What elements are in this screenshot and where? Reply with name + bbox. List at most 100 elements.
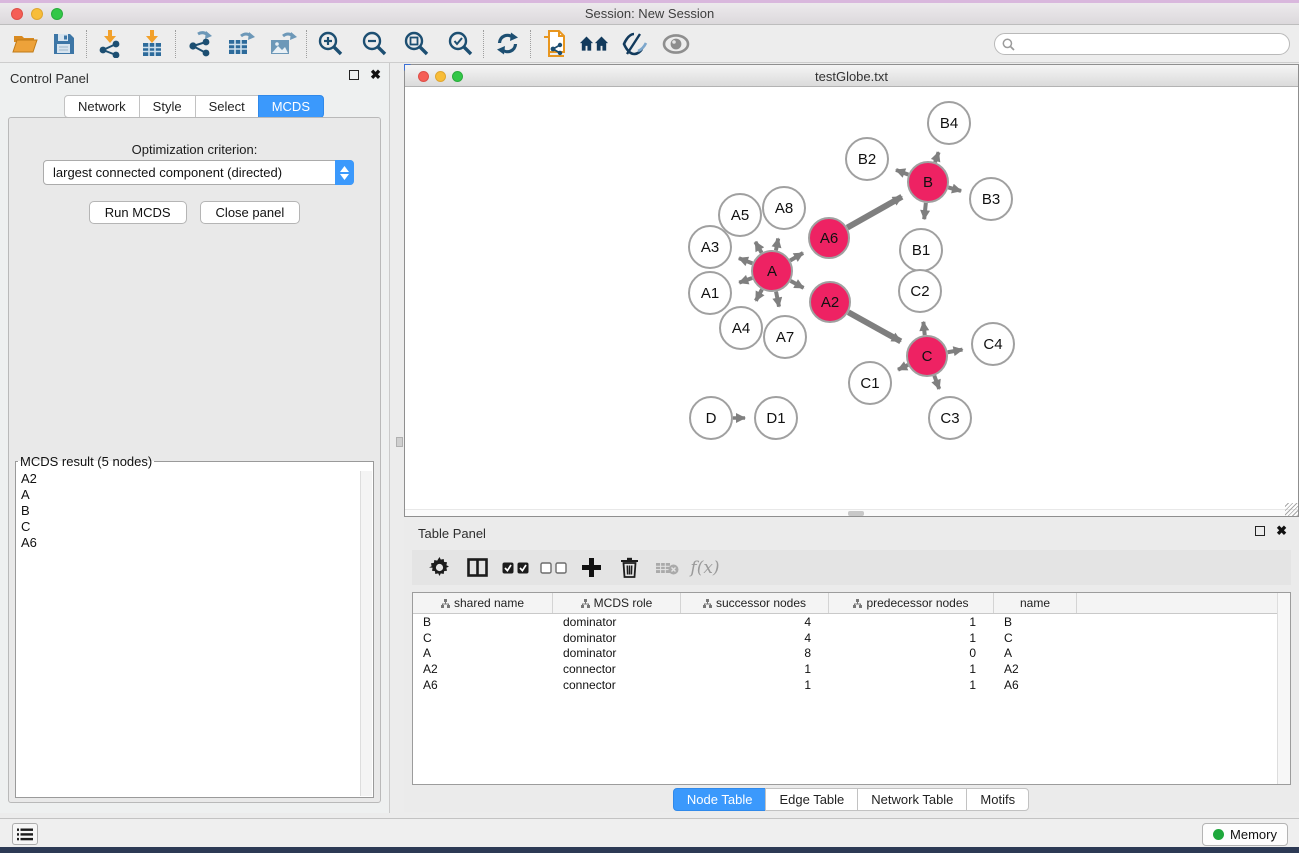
- graph-edge-A6-B[interactable]: [847, 197, 902, 228]
- table-row[interactable]: Cdominator41C: [413, 630, 1290, 646]
- network-horizontal-scrollbar[interactable]: [405, 509, 1298, 516]
- mcds-result-item[interactable]: C: [17, 519, 359, 535]
- desktop-vertical-scrollbar[interactable]: [396, 437, 403, 447]
- add-column-icon[interactable]: [572, 553, 610, 583]
- eye-icon[interactable]: [661, 29, 691, 59]
- graph-node-A5[interactable]: A5: [719, 194, 761, 236]
- graph-node-B[interactable]: B: [908, 162, 948, 202]
- graph-node-B1[interactable]: B1: [900, 229, 942, 271]
- homes-icon[interactable]: [579, 29, 609, 59]
- mcds-result-item[interactable]: A2: [17, 471, 359, 487]
- split-columns-icon[interactable]: [458, 553, 496, 583]
- graph-edge-B-B3[interactable]: [948, 187, 961, 190]
- graph-node-A2[interactable]: A2: [810, 282, 850, 322]
- zoom-fit-icon[interactable]: [401, 29, 431, 59]
- graph-edge-C-C1[interactable]: [898, 365, 908, 370]
- gear-icon[interactable]: [420, 553, 458, 583]
- float-table-panel-icon[interactable]: [1255, 526, 1265, 536]
- column-header-shared-name[interactable]: shared name: [413, 593, 553, 613]
- graph-node-A3[interactable]: A3: [689, 226, 731, 268]
- graph-edge-C-C4[interactable]: [948, 350, 963, 353]
- zoom-out-icon[interactable]: [359, 29, 389, 59]
- zoom-selected-icon[interactable]: [445, 29, 475, 59]
- table-row[interactable]: A2connector11A2: [413, 661, 1290, 677]
- zoom-in-icon[interactable]: [315, 29, 345, 59]
- column-header-name[interactable]: name: [994, 593, 1077, 613]
- graph-edge-B-B4[interactable]: [935, 152, 939, 162]
- criterion-dropdown[interactable]: largest connected component (directed): [43, 160, 354, 185]
- graph-edge-B-B2[interactable]: [896, 170, 908, 175]
- graph-edge-A-A5[interactable]: [755, 242, 761, 253]
- graph-edge-A-A6[interactable]: [790, 253, 803, 260]
- network-window-titlebar[interactable]: testGlobe.txt: [405, 65, 1298, 87]
- network-graph[interactable]: A A1 A2 A3 A4 A5 A6 A7 A8 B B1 B2 B3B4 C C1 C2 C3C4 D D1: [405, 88, 1298, 516]
- tab-node-table[interactable]: Node Table: [673, 788, 767, 811]
- graph-node-A[interactable]: A: [752, 251, 792, 291]
- graph-node-A8[interactable]: A8: [763, 187, 805, 229]
- table-row[interactable]: Adominator80A: [413, 646, 1290, 662]
- table-row[interactable]: A6connector11A6: [413, 677, 1290, 693]
- export-table-icon[interactable]: [226, 29, 256, 59]
- tab-motifs[interactable]: Motifs: [966, 788, 1029, 811]
- graph-node-A1[interactable]: A1: [689, 272, 731, 314]
- graph-edge-A-A7[interactable]: [776, 292, 779, 307]
- graph-edge-C-C2[interactable]: [923, 322, 924, 335]
- tab-network-table[interactable]: Network Table: [857, 788, 967, 811]
- search-input[interactable]: [994, 33, 1290, 55]
- memory-button[interactable]: Memory: [1202, 823, 1288, 846]
- deselect-all-icon[interactable]: [534, 553, 572, 583]
- float-panel-icon[interactable]: [349, 70, 359, 80]
- graph-node-B3[interactable]: B3: [970, 178, 1012, 220]
- graph-node-C1[interactable]: C1: [849, 362, 891, 404]
- graph-edge-A2-C[interactable]: [848, 312, 900, 341]
- mcds-result-item[interactable]: A6: [17, 535, 359, 551]
- graph-node-D1[interactable]: D1: [755, 397, 797, 439]
- refresh-icon[interactable]: [492, 29, 522, 59]
- graph-node-C2[interactable]: C2: [899, 270, 941, 312]
- import-table-icon[interactable]: [137, 29, 167, 59]
- column-header-predecessor-nodes[interactable]: predecessor nodes: [829, 593, 994, 613]
- column-header-successor-nodes[interactable]: successor nodes: [681, 593, 829, 613]
- close-panel-icon[interactable]: ✖: [370, 70, 381, 80]
- graph-edge-A-A4[interactable]: [756, 289, 762, 300]
- tab-style[interactable]: Style: [139, 95, 196, 118]
- graph-edge-C-C3[interactable]: [934, 376, 939, 389]
- column-header-MCDS-role[interactable]: MCDS role: [553, 593, 681, 613]
- graph-node-A7[interactable]: A7: [764, 316, 806, 358]
- resize-grip-icon[interactable]: [1285, 503, 1298, 516]
- graph-node-C[interactable]: C: [907, 336, 947, 376]
- tab-select[interactable]: Select: [195, 95, 259, 118]
- import-network-icon[interactable]: [95, 29, 125, 59]
- new-session-from-network-icon[interactable]: [539, 29, 569, 59]
- graph-node-B4[interactable]: B4: [928, 102, 970, 144]
- graph-edge-A-A3[interactable]: [739, 258, 753, 263]
- delete-icon[interactable]: [610, 553, 648, 583]
- graph-edge-A-A2[interactable]: [791, 281, 804, 288]
- mcds-result-list[interactable]: A2ABCA6: [17, 471, 359, 796]
- table-row[interactable]: Bdominator41B: [413, 614, 1290, 630]
- hide-annotations-icon[interactable]: [619, 29, 649, 59]
- graph-node-C3[interactable]: C3: [929, 397, 971, 439]
- close-panel-button[interactable]: Close panel: [200, 201, 301, 224]
- save-icon[interactable]: [48, 29, 78, 59]
- close-table-panel-icon[interactable]: ✖: [1276, 526, 1287, 536]
- open-folder-icon[interactable]: [10, 29, 40, 59]
- mcds-result-item[interactable]: A: [17, 487, 359, 503]
- export-network-icon[interactable]: [184, 29, 214, 59]
- mcds-result-item[interactable]: B: [17, 503, 359, 519]
- graph-node-A6[interactable]: A6: [809, 218, 849, 258]
- tab-mcds[interactable]: MCDS: [258, 95, 324, 118]
- network-canvas[interactable]: A A1 A2 A3 A4 A5 A6 A7 A8 B B1 B2 B3B4 C C1 C2 C3C4 D D1: [405, 88, 1298, 516]
- graph-edge-A-A8[interactable]: [776, 238, 778, 250]
- graph-node-A4[interactable]: A4: [720, 307, 762, 349]
- run-mcds-button[interactable]: Run MCDS: [89, 201, 187, 224]
- export-image-icon[interactable]: [268, 29, 298, 59]
- mcds-list-scrollbar[interactable]: [360, 471, 372, 796]
- graph-edge-B-B1[interactable]: [924, 203, 926, 219]
- graph-node-B2[interactable]: B2: [846, 138, 888, 180]
- task-history-button[interactable]: [12, 823, 38, 845]
- tab-edge-table[interactable]: Edge Table: [765, 788, 858, 811]
- graph-node-D[interactable]: D: [690, 397, 732, 439]
- graph-node-C4[interactable]: C4: [972, 323, 1014, 365]
- table-vertical-scrollbar[interactable]: [1277, 593, 1290, 784]
